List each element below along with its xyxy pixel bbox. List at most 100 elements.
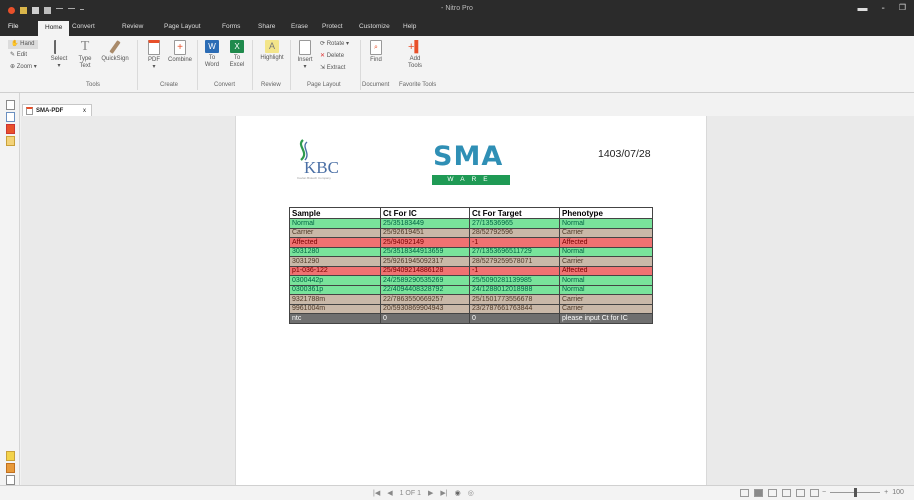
pen-icon — [109, 40, 121, 54]
ribbon-home: ✋ Hand ✎ Edit ⊕ Zoom ▾ Select ▾ T Type Text… — [0, 36, 914, 93]
zoom-out-icon[interactable]: − — [822, 489, 826, 496]
comments-panel-icon[interactable] — [6, 451, 15, 461]
zoom-slider[interactable] — [830, 488, 881, 497]
status-bar: |◀ ◀ 1 OF 1 ▶ ▶| ◉ ◎ − + 100 — [0, 485, 914, 500]
select-button[interactable]: Select ▾ — [48, 40, 70, 70]
table-cell: 25/3518344913659 — [380, 246, 470, 257]
rotate-button[interactable]: ⟳ Rotate ▾ — [320, 41, 349, 48]
excel-icon: X — [230, 40, 244, 53]
pages-panel-icon[interactable] — [6, 100, 15, 110]
close-tab-icon[interactable]: x — [83, 108, 86, 114]
output-panel-icon[interactable] — [6, 463, 15, 473]
table-cell: p1-036-122 — [289, 265, 381, 276]
table-cell: 25/35183449 — [380, 218, 470, 229]
zoom-tool-button[interactable]: ⊕ Zoom ▾ — [10, 64, 37, 71]
tab-customize[interactable]: Customize — [359, 23, 390, 30]
minimize-icon[interactable]: - — [881, 3, 884, 14]
forward-view-icon[interactable]: ◎ — [468, 489, 474, 497]
table-row: 0300361p 22/4094408328792 24/1288012018988… — [289, 284, 653, 295]
window-title: - Nitro Pro — [441, 5, 473, 12]
hand-tool-button[interactable]: ✋ Hand — [8, 40, 38, 49]
kbc-logo-subtext: Kavian Biotech Company — [297, 176, 331, 180]
pdf-button[interactable]: PDF ▾ — [145, 40, 163, 71]
page-navigation: |◀ ◀ 1 OF 1 ▶ ▶| ◉ ◎ — [373, 489, 474, 498]
to-excel-button[interactable]: X To Excel — [227, 40, 247, 69]
table-cell: 22/7863550669257 — [380, 294, 470, 305]
combine-button[interactable]: + Combine — [166, 40, 194, 64]
ribbon-separator — [252, 40, 253, 90]
expand-panel-icon[interactable] — [6, 475, 15, 485]
tab-forms[interactable]: Forms — [222, 23, 240, 30]
facing-view-icon[interactable] — [768, 489, 777, 497]
table-cell: -1 — [469, 237, 560, 248]
type-text-button[interactable]: T Type Text — [76, 40, 94, 70]
table-cell: 20/5930869904943 — [380, 303, 470, 314]
zoom-in-icon[interactable]: + — [884, 489, 888, 496]
group-label-tools: Tools — [86, 82, 101, 88]
window-controls: ▬ - ❐ — [857, 3, 906, 14]
table-cell: 25/9409214886128 — [380, 265, 470, 276]
to-word-button[interactable]: W To Word — [202, 40, 222, 69]
table-row: p1-036-122 25/9409214886128 -1 Affected — [289, 265, 653, 276]
table-cell: Affected — [559, 265, 653, 276]
view-modes — [740, 489, 819, 497]
quicksign-button[interactable]: QuickSign — [101, 40, 129, 63]
security-panel-icon[interactable] — [6, 136, 15, 146]
table-row: Carrier 25/92619451 28/52792596 Carrier — [289, 227, 653, 238]
extract-button[interactable]: ⇲ Extract — [320, 65, 345, 72]
table-cell: Carrier — [559, 256, 653, 267]
last-page-icon[interactable]: ▶| — [440, 489, 447, 497]
previous-page-icon[interactable]: ◀ — [387, 489, 392, 497]
first-page-icon[interactable]: |◀ — [373, 489, 380, 497]
page-indicator[interactable]: 1 OF 1 — [400, 490, 421, 497]
table-cell: Carrier — [559, 294, 653, 305]
header-ct-ic: Ct For IC — [380, 207, 470, 219]
table-cell: 3031280 — [289, 246, 381, 257]
tab-file[interactable]: File — [8, 23, 18, 30]
tab-convert[interactable]: Convert — [72, 23, 95, 30]
combine-icon: + — [174, 40, 186, 55]
fit-page-icon[interactable] — [796, 489, 805, 497]
back-view-icon[interactable]: ◉ — [455, 489, 461, 497]
table-cell: please input Ct for IC — [559, 313, 653, 324]
tab-protect[interactable]: Protect — [322, 23, 343, 30]
zoom-level: 100 — [892, 489, 904, 496]
extract-icon: ⇲ — [320, 65, 326, 71]
insert-button[interactable]: Insert ▾ — [296, 40, 314, 71]
tab-home[interactable]: Home — [38, 21, 70, 36]
attachments-panel-icon[interactable] — [6, 124, 15, 134]
delete-button[interactable]: ✕ Delete — [320, 53, 344, 60]
maximize-icon[interactable]: ❐ — [899, 3, 906, 14]
table-cell: Carrier — [289, 227, 381, 238]
add-tools-button[interactable]: +▌ Add Tools — [404, 40, 426, 70]
tab-help[interactable]: Help — [403, 23, 416, 30]
report-date: 1403/07/28 — [598, 148, 651, 160]
table-cell: 3031290 — [289, 256, 381, 267]
table-cell: 0 — [469, 313, 560, 324]
highlight-button[interactable]: A Highlight — [258, 40, 286, 62]
zoom-slider-thumb[interactable] — [854, 488, 858, 497]
table-cell: Carrier — [559, 227, 653, 238]
table-cell: 25/1501773556678 — [469, 294, 560, 305]
tab-review[interactable]: Review — [122, 23, 143, 30]
tab-share[interactable]: Share — [258, 23, 275, 30]
insert-page-icon — [299, 40, 311, 55]
facing-continuous-view-icon[interactable] — [782, 489, 791, 497]
pdf-file-icon — [26, 106, 33, 115]
tab-page-layout[interactable]: Page Layout — [164, 23, 201, 30]
bookmarks-panel-icon[interactable] — [6, 112, 15, 122]
edit-tool-button[interactable]: ✎ Edit — [10, 52, 27, 59]
document-canvas[interactable]: KBC Kavian Biotech Company SMA WARE 1403… — [21, 116, 914, 485]
next-page-icon[interactable]: ▶ — [428, 489, 433, 497]
find-icon: ⌕ — [370, 40, 382, 55]
feedback-icon[interactable]: ▬ — [857, 3, 867, 14]
group-label-create: Create — [160, 82, 179, 88]
document-tab[interactable]: SMA-PDF x — [22, 104, 92, 116]
tab-erase[interactable]: Erase — [291, 23, 308, 30]
hand-icon: ✋ — [11, 41, 19, 47]
fit-width-icon[interactable] — [810, 489, 819, 497]
group-label-document: Document — [362, 82, 390, 88]
single-page-view-icon[interactable] — [740, 489, 749, 497]
find-button[interactable]: ⌕ Find — [366, 40, 386, 64]
continuous-view-icon[interactable] — [754, 489, 763, 497]
